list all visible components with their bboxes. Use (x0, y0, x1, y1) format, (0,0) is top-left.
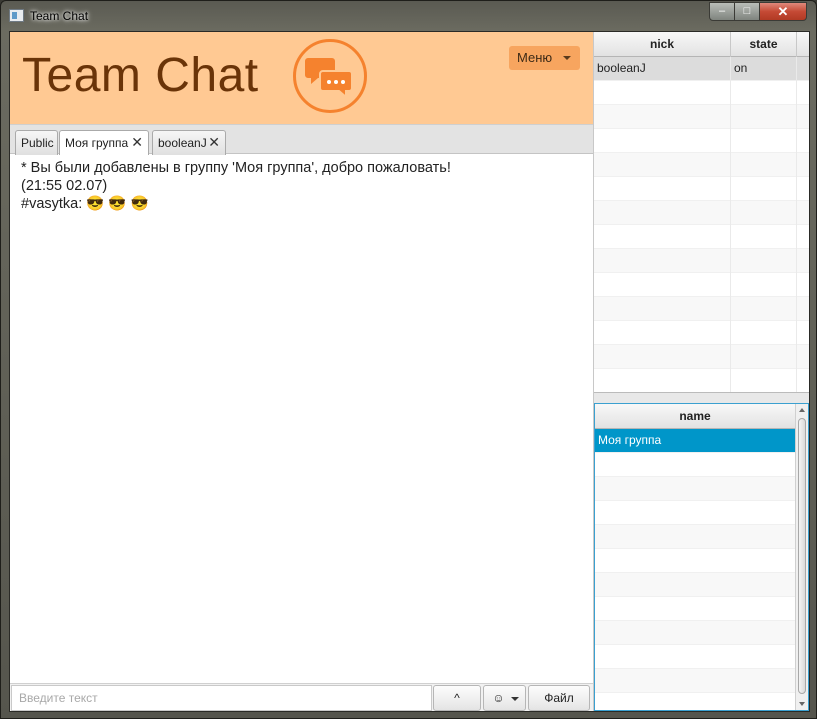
tab-my-group[interactable]: Моя группа ✕ (59, 130, 149, 156)
empty-row (595, 525, 795, 549)
column-header-state[interactable]: state (731, 32, 797, 57)
logo-text: Team Chat (22, 49, 259, 102)
groups-table-body: Моя группа (595, 429, 795, 710)
tab-label: booleanJ (158, 136, 207, 150)
users-table-body: booleanJ on (594, 57, 809, 392)
chevron-down-icon (563, 56, 571, 60)
chat-panel: Team Chat Меню Public Моя группа ✕ boole… (10, 32, 593, 711)
users-table: nick state booleanJ on (594, 32, 809, 393)
column-header-nick[interactable]: nick (594, 32, 731, 57)
chat-tabs: Public Моя группа ✕ booleanJ ✕ (10, 124, 593, 156)
empty-row (595, 549, 795, 573)
cell-state: on (731, 57, 797, 81)
window-title: Team Chat (30, 9, 89, 23)
chat-bubbles-icon (293, 39, 367, 113)
chevron-down-icon (511, 697, 519, 701)
cell-nick: booleanJ (594, 57, 731, 81)
maximize-button[interactable]: □ (734, 2, 760, 21)
app-icon (9, 9, 24, 22)
emoji-button[interactable]: ☺ (483, 685, 526, 711)
empty-row (595, 645, 795, 669)
close-button[interactable]: ✕ (759, 2, 807, 21)
file-button[interactable]: Файл (528, 685, 590, 711)
menu-button-label: Меню (517, 50, 553, 65)
menu-button[interactable]: Меню (509, 46, 580, 70)
minimize-icon: ‒ (718, 5, 726, 17)
message-input[interactable] (11, 685, 432, 711)
cell-name: Моя группа (598, 433, 662, 447)
empty-row (595, 621, 795, 645)
app-window: Team Chat ‒ □ ✕ Team Chat Меню Public Мо… (0, 0, 817, 719)
users-table-header: nick state (594, 32, 809, 57)
empty-row (595, 477, 795, 501)
scrollbar-thumb[interactable] (798, 418, 806, 694)
table-row[interactable]: booleanJ on (594, 57, 809, 81)
scroll-down-icon[interactable] (799, 702, 805, 706)
window-client-area: Team Chat Меню Public Моя группа ✕ boole… (9, 31, 810, 712)
message-area[interactable]: * Вы были добавлены в группу 'Моя группа… (10, 155, 593, 683)
chat-message: #vasytka: 😎 😎 😎 (21, 196, 149, 212)
column-header-name[interactable]: name (595, 404, 795, 429)
header-banner: Team Chat Меню (10, 32, 593, 124)
maximize-icon: □ (743, 5, 751, 17)
empty-row (594, 273, 809, 297)
empty-row (595, 501, 795, 525)
table-row[interactable]: Моя группа (595, 429, 795, 453)
empty-row (594, 153, 809, 177)
groups-scrollbar[interactable] (795, 404, 808, 710)
close-icon: ✕ (777, 4, 789, 19)
empty-row (594, 129, 809, 153)
tab-public[interactable]: Public (15, 130, 58, 155)
close-tab-icon[interactable]: ✕ (208, 134, 220, 151)
empty-row (594, 225, 809, 249)
empty-row (594, 345, 809, 369)
title-bar[interactable]: Team Chat ‒ □ ✕ (1, 1, 816, 31)
empty-row (595, 693, 795, 710)
caret-up-icon: ^ (454, 691, 460, 705)
empty-row (595, 573, 795, 597)
groups-table: name Моя группа (594, 403, 809, 711)
empty-row (595, 597, 795, 621)
empty-row (594, 105, 809, 129)
minimize-button[interactable]: ‒ (709, 2, 735, 21)
empty-row (594, 369, 809, 392)
side-panel: nick state booleanJ on name Моя группа (593, 32, 809, 711)
empty-row (594, 321, 809, 345)
empty-row (594, 81, 809, 105)
empty-row (594, 201, 809, 225)
system-message: * Вы были добавлены в группу 'Моя группа… (21, 160, 451, 176)
empty-row (594, 177, 809, 201)
tab-label: Public (21, 136, 54, 150)
groups-table-header: name (595, 404, 795, 429)
message-timestamp: (21:55 02.07) (21, 178, 108, 194)
message-input-row: ^ ☺ Файл (10, 683, 593, 711)
close-tab-icon[interactable]: ✕ (131, 134, 143, 151)
file-button-label: Файл (544, 691, 574, 705)
empty-row (595, 669, 795, 693)
empty-row (594, 297, 809, 321)
tab-label: Моя группа (65, 136, 129, 150)
smiley-icon: ☺ (492, 691, 505, 705)
send-up-button[interactable]: ^ (433, 685, 481, 711)
empty-row (594, 249, 809, 273)
scroll-up-icon[interactable] (799, 408, 805, 412)
tab-booleanj[interactable]: booleanJ ✕ (152, 130, 226, 155)
empty-row (595, 453, 795, 477)
